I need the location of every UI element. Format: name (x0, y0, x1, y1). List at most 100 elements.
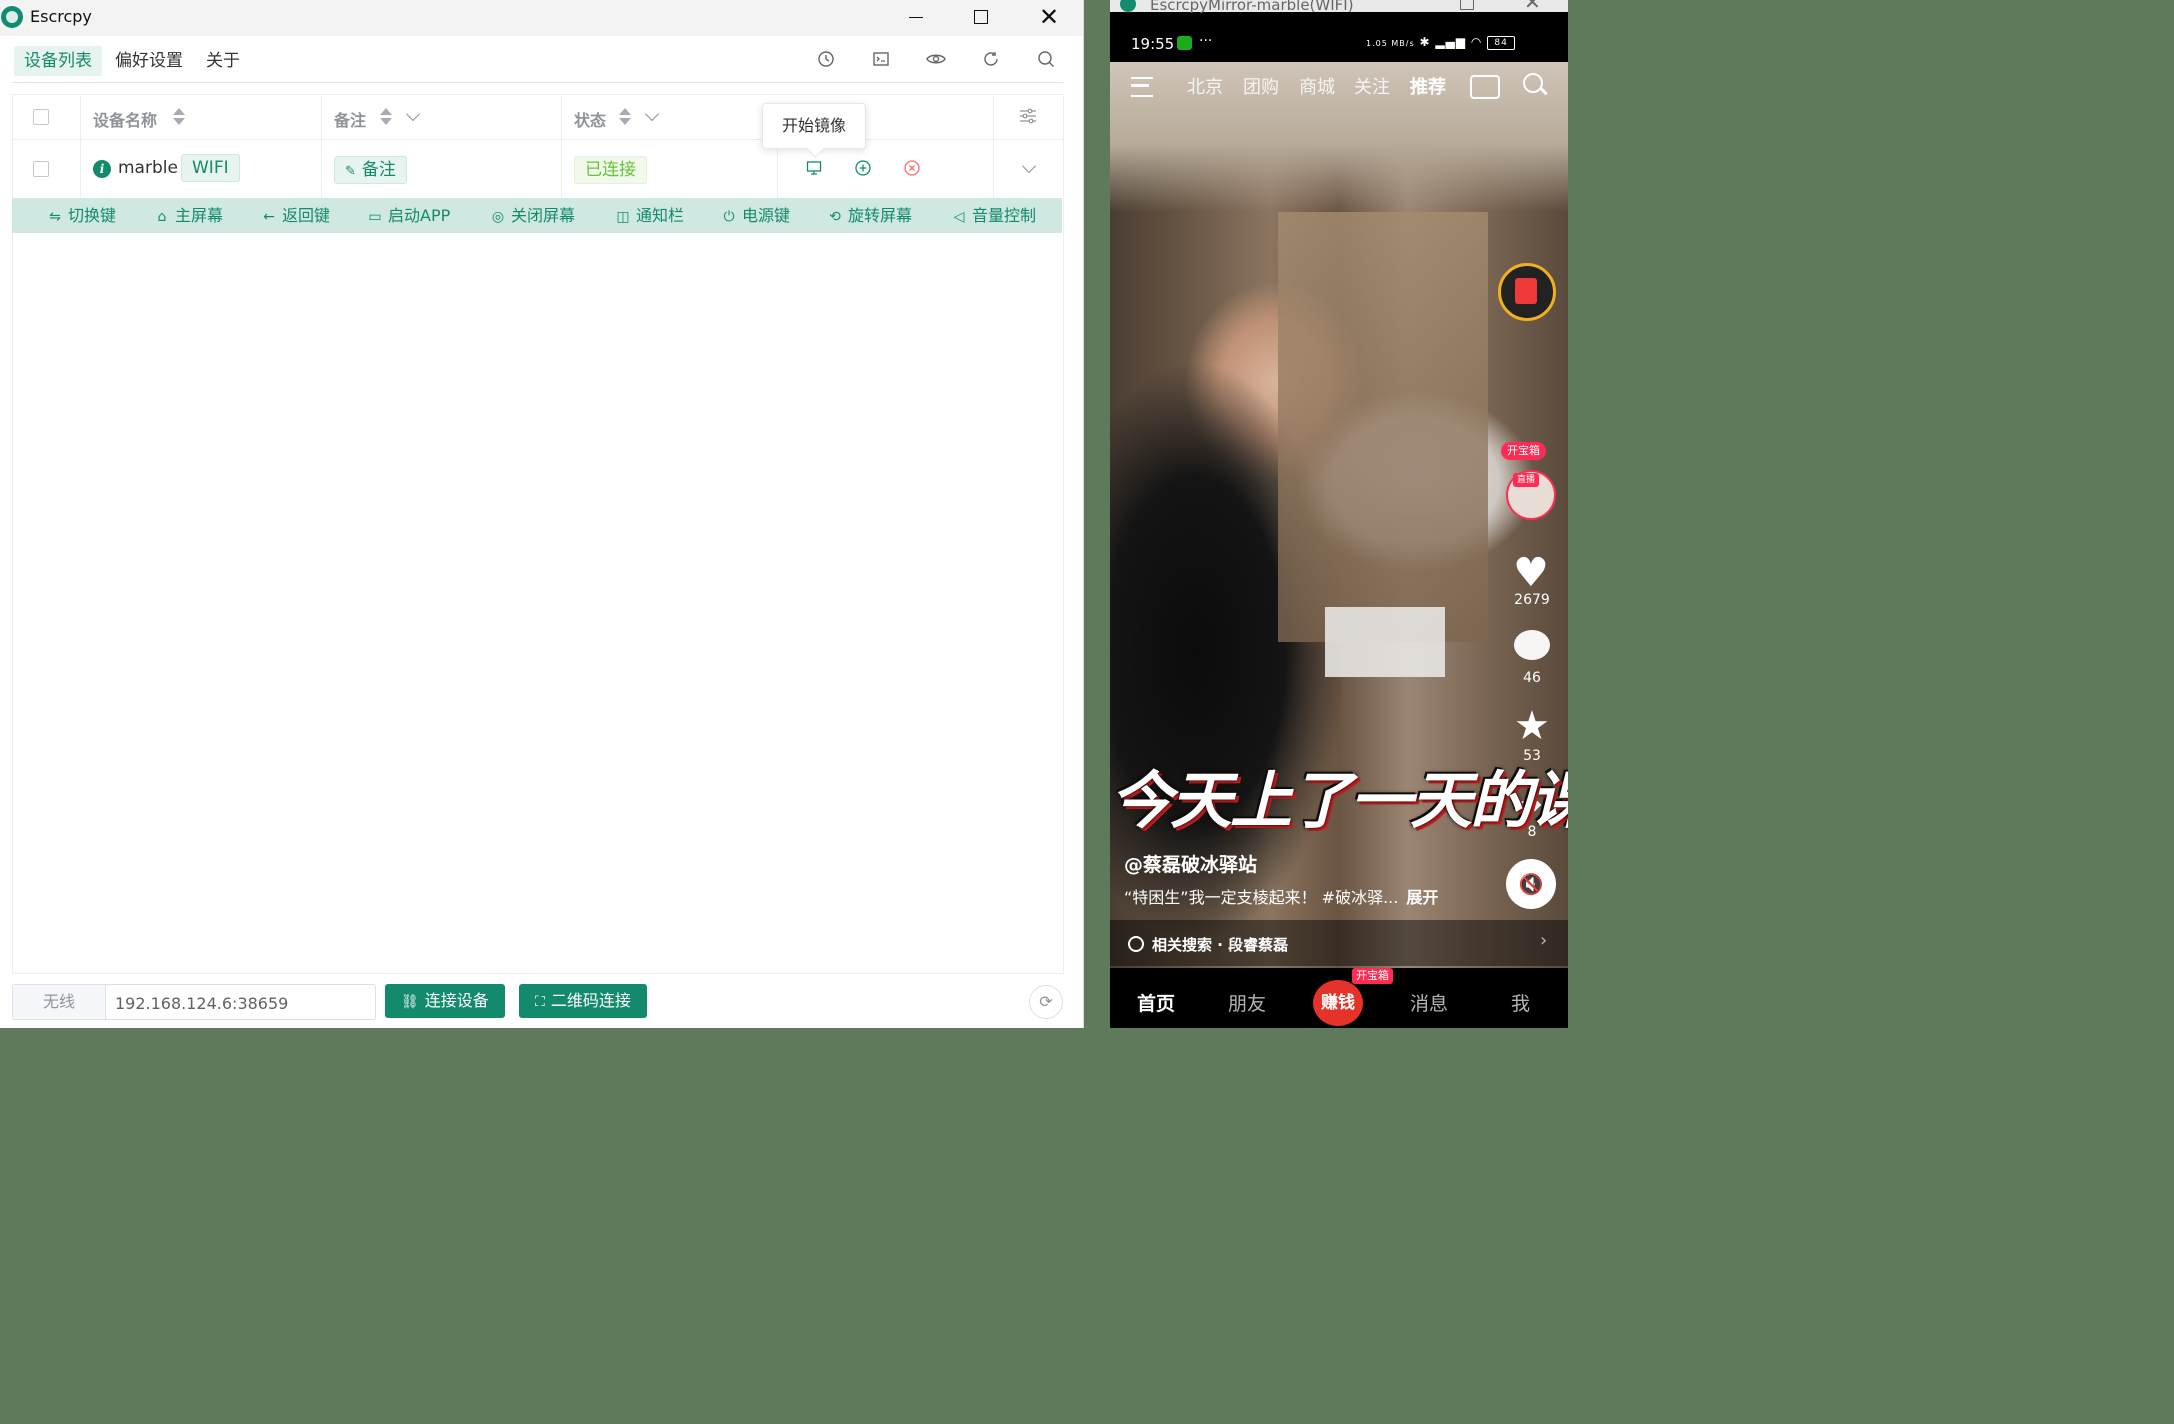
comment-count: 46 (1523, 670, 1541, 686)
comment-icon[interactable] (1514, 630, 1550, 660)
expand-link[interactable]: 展开 (1406, 888, 1438, 907)
power-icon: ⏻ (723, 209, 735, 225)
douyin-tab-bar: 首页 朋友 赚钱 开宝箱 消息 我 (1110, 968, 1568, 1028)
live-tag: 直播 (1513, 473, 1540, 487)
remark-label: 备注 (361, 160, 396, 180)
related-search-text: 相关搜索 · 段睿蔡磊 (1152, 936, 1289, 954)
screen-off-button[interactable]: ◎ 关闭屏幕 (489, 198, 575, 233)
filter-status-chevron-icon[interactable] (644, 106, 660, 122)
add-icon[interactable] (855, 160, 871, 176)
connection-badge: WIFI (181, 154, 240, 182)
sort-name-icon[interactable] (173, 108, 185, 126)
column-status: 状态 (574, 111, 607, 130)
link-icon: ⛓ (401, 994, 419, 1010)
filter-remark-chevron-icon[interactable] (405, 106, 421, 122)
tab-home[interactable]: 首页 (1137, 989, 1175, 1016)
eye-icon[interactable] (925, 50, 947, 72)
video-caption: 今天上了一天的课 (1110, 764, 1568, 837)
menu-icon[interactable] (1131, 77, 1153, 97)
select-all-checkbox[interactable] (33, 109, 49, 125)
history-icon[interactable] (815, 50, 837, 72)
signal-icon: ▂▄▆ (1435, 35, 1467, 49)
net-speed: 1.05 MB/s (1366, 39, 1415, 48)
refresh-devices-button[interactable]: ⟳ (1029, 985, 1063, 1019)
favorite-star-icon[interactable]: ★ (1514, 706, 1550, 746)
maximize-button[interactable] (958, 0, 1004, 36)
expand-row-chevron-icon[interactable] (1021, 158, 1037, 174)
related-search-bar[interactable]: 相关搜索 · 段睿蔡磊 › (1110, 920, 1568, 966)
rotate-icon: ⟲ (829, 209, 841, 225)
connect-device-button[interactable]: ⛓ 连接设备 (385, 984, 505, 1018)
mirror-close-icon[interactable]: ✕ (1524, 0, 1541, 14)
home-button[interactable]: ⌂ 主屏幕 (153, 198, 223, 233)
mirror-logo-icon (1120, 0, 1136, 12)
tab-me[interactable]: 我 (1511, 989, 1530, 1016)
device-control-bar: ⇋ 切换键 ⌂ 主屏幕 ← 返回键 ▭ 启动APP ◎ 关闭屏幕 ◫ 通知栏 ⏻ 电源键 ⟲ 旋… (12, 198, 1062, 233)
switch-key-button[interactable]: ⇋ 切换键 (46, 198, 116, 233)
like-heart-icon[interactable]: ♥ (1513, 553, 1549, 593)
terminal-icon[interactable] (870, 50, 892, 72)
sort-remark-icon[interactable] (380, 108, 392, 126)
screen-off-toggle-icon: ◎ (491, 209, 505, 225)
battery-icon: 84 (1487, 35, 1516, 50)
red-packet-icon[interactable] (1498, 263, 1556, 321)
scan-icon: ⛶ (535, 994, 545, 1010)
nav-beijing[interactable]: 北京 (1187, 73, 1223, 99)
disconnect-icon[interactable] (904, 160, 920, 176)
power-button[interactable]: ⏻ 电源键 (720, 198, 790, 233)
qr-connect-button[interactable]: ⛶ 二维码连接 (519, 984, 647, 1018)
nav-following[interactable]: 关注 (1354, 73, 1390, 99)
mute-toggle-icon[interactable]: 🔇 (1506, 859, 1556, 909)
launch-app-button[interactable]: ▭ 启动APP (366, 198, 450, 233)
mirror-maximize-icon[interactable] (1460, 0, 1474, 10)
nav-mall[interactable]: 商城 (1299, 73, 1335, 99)
nav-group-buy[interactable]: 团购 (1243, 73, 1279, 99)
minimize-button[interactable] (893, 0, 939, 36)
info-icon[interactable]: i (93, 160, 111, 178)
treasure-chest-tag[interactable]: 开宝箱 (1501, 442, 1546, 460)
mirror-window[interactable]: EscrcpyMirror-marble(WIFI) ✕ 19:55 ··· 1… (1110, 0, 1568, 1028)
refresh-icon[interactable] (980, 50, 1002, 72)
edit-icon: ✎ (345, 164, 356, 179)
video-description: “特困生”我一定支棱起来！ #破冰驿... 展开 (1124, 888, 1439, 907)
tab-friends[interactable]: 朋友 (1228, 989, 1266, 1016)
column-device-name: 设备名称 (93, 111, 158, 130)
address-input[interactable] (113, 985, 367, 1021)
connect-footer: 无线 ⛓连接设备 ⛶二维码连接 ⟳ (0, 980, 1083, 1024)
minimize-icon (909, 16, 923, 18)
search-icon[interactable] (1523, 73, 1543, 93)
sort-status-icon[interactable] (619, 108, 631, 126)
start-mirror-button[interactable] (806, 160, 822, 176)
window-title: Escrcpy (30, 7, 92, 26)
escrcpy-window: Escrcpy ✕ 设备列表 偏好设置 关于 设备名称 备注 状态 i marb… (0, 0, 1084, 1028)
tab-about[interactable]: 关于 (196, 46, 250, 76)
rotate-screen-button[interactable]: ⟲ 旋转屏幕 (826, 198, 912, 233)
tab-device-list[interactable]: 设备列表 (14, 46, 102, 76)
back-button[interactable]: ← 返回键 (260, 198, 330, 233)
close-button[interactable]: ✕ (1026, 0, 1072, 36)
notification-button[interactable]: ◫ 通知栏 (614, 198, 684, 233)
douyin-top-nav: 北京 团购 商城 关注 推荐 (1110, 70, 1568, 104)
row-checkbox[interactable] (33, 161, 49, 177)
main-nav: 设备列表 偏好设置 关于 (12, 44, 1063, 83)
video-table (1325, 607, 1445, 677)
tab-messages[interactable]: 消息 (1410, 989, 1448, 1016)
column-remark: 备注 (334, 111, 367, 130)
tab-preferences[interactable]: 偏好设置 (105, 46, 193, 76)
title-bar: Escrcpy ✕ (0, 0, 1083, 36)
tab-earn[interactable]: 赚钱 (1313, 980, 1363, 1026)
volume-control-button[interactable]: ◁ 音量控制 (950, 198, 1036, 233)
table-header: 设备名称 备注 状态 (13, 95, 1063, 140)
device-name: marble (118, 158, 178, 178)
app-logo-icon (1, 6, 23, 28)
home-icon: ⌂ (157, 209, 167, 225)
column-settings-icon[interactable] (1019, 108, 1037, 128)
remark-button[interactable]: ✎ 备注 (334, 156, 407, 184)
app-launch-icon: ▭ (368, 209, 382, 225)
like-count: 2679 (1514, 592, 1550, 608)
nav-recommend[interactable]: 推荐 (1410, 73, 1446, 99)
video-author[interactable]: @蔡磊破冰驿站 (1124, 850, 1257, 877)
search-icon[interactable] (1035, 50, 1057, 72)
switch-icon: ⇋ (49, 209, 61, 225)
camera-icon[interactable] (1470, 75, 1500, 99)
